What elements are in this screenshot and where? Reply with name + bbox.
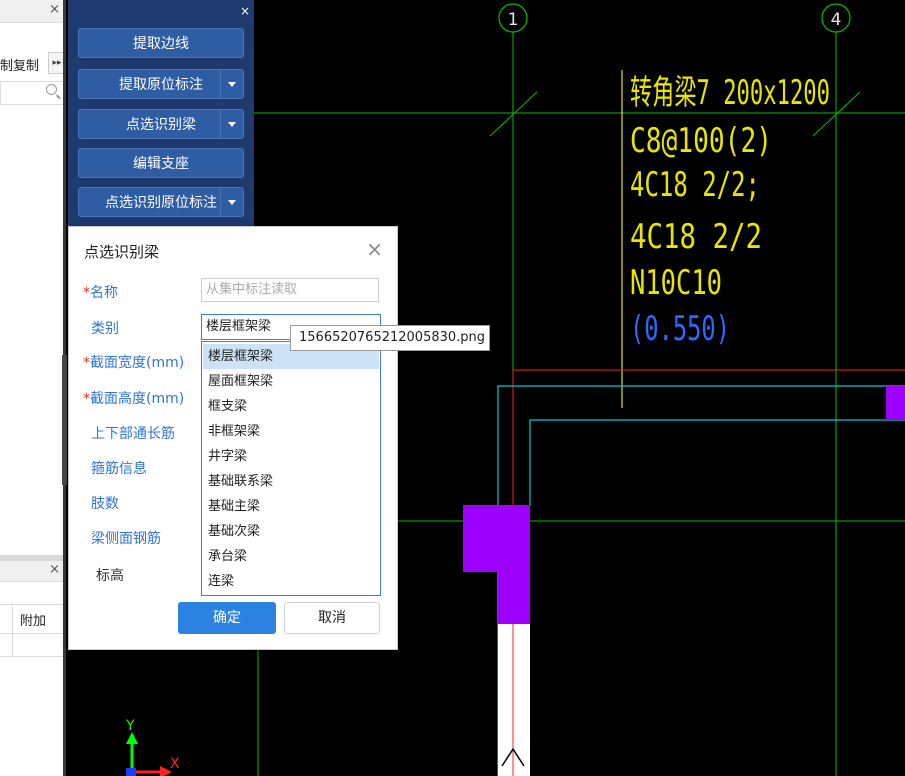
copy-label[interactable]: 制复制 <box>0 55 39 74</box>
axis-number-1: 1 <box>508 10 519 30</box>
pick-identify-beam-button[interactable]: 点选识别梁 <box>78 109 244 139</box>
splitter-handle[interactable] <box>62 355 67 485</box>
annotation-line: C8@100(2) <box>630 121 772 161</box>
button-label: 点选识别原位标注 <box>105 195 217 211</box>
dropdown-option[interactable]: 井字梁 <box>203 444 379 469</box>
selected-beam-strip[interactable] <box>498 624 530 776</box>
dropdown-option[interactable]: 承台梁 <box>203 544 379 569</box>
left-side-panel <box>0 0 66 776</box>
close-icon[interactable]: × <box>49 562 60 577</box>
height-label: *截面高度(mm) <box>83 391 185 407</box>
ucs-y-label: Y <box>125 718 135 734</box>
dropdown-option[interactable]: 非框架梁 <box>203 419 379 444</box>
button-label: 提取原位标注 <box>119 77 203 93</box>
width-label: *截面宽度(mm) <box>83 355 185 371</box>
stirrup-label: 箍筋信息 <box>91 461 147 477</box>
caret-down-icon[interactable] <box>220 70 243 98</box>
elevation-label: 标高 <box>96 568 124 584</box>
dropdown-option[interactable]: 基础联系梁 <box>203 469 379 494</box>
dialog-title: 点选识别梁 <box>84 243 160 261</box>
annotation-line: 转角梁7 200x1200 <box>630 73 830 113</box>
long-bars-label: 上下部通长筋 <box>91 426 175 442</box>
edit-support-button[interactable]: 编辑支座 <box>78 148 244 178</box>
left-panel-header: × <box>0 0 66 23</box>
column-header-attach: 附加 <box>20 614 47 629</box>
caret-down-icon[interactable] <box>220 110 243 138</box>
dropdown-option[interactable]: 框支梁 <box>203 394 379 419</box>
ucs-axis-icon: Y X <box>125 718 180 776</box>
table-row[interactable] <box>0 632 66 657</box>
annotation-line: 4C18 2/2; <box>630 165 760 205</box>
dropdown-option[interactable]: 基础次梁 <box>203 519 379 544</box>
button-label: 编辑支座 <box>133 156 189 172</box>
annotation-line: 4C18 2/2 <box>630 217 762 257</box>
dropdown-option[interactable]: 基础主梁 <box>203 494 379 519</box>
extract-inplace-label-button[interactable]: 提取原位标注 <box>78 69 244 99</box>
beam-tool-panel: × 提取边线 提取原位标注 点选识别梁 编辑支座 点选识别原位标注 <box>68 0 254 230</box>
beam-annotation[interactable]: 转角梁7 200x1200 C8@100(2) 4C18 2/2; 4C18 2… <box>630 73 830 349</box>
annotation-elevation: (0.550) <box>630 309 730 349</box>
name-field[interactable]: 从集中标注读取 <box>201 278 379 302</box>
left-search-input[interactable] <box>0 81 64 105</box>
search-icon[interactable] <box>46 84 57 95</box>
close-icon[interactable]: × <box>240 4 250 18</box>
column-block[interactable] <box>463 505 530 624</box>
type-dropdown-list: 楼层框架梁 屋面框架梁 框支梁 非框架梁 井字梁 基础联系梁 基础主梁 基础次梁… <box>201 341 381 596</box>
side-bars-label: 梁侧面钢筋 <box>91 531 161 547</box>
pick-identify-beam-dialog: 点选识别梁 × *名称 类别 *截面宽度(mm) *截面高度(mm) 上下部通长… <box>68 226 398 650</box>
ok-button[interactable]: 确定 <box>178 602 276 634</box>
column-block[interactable] <box>886 386 905 420</box>
type-label: 类别 <box>91 321 119 337</box>
ucs-x-label: X <box>170 756 180 772</box>
annotation-line: N10C10 <box>630 263 722 303</box>
axis-number-4: 4 <box>831 10 842 30</box>
caret-down-icon[interactable] <box>220 188 243 216</box>
legs-label: 肢数 <box>91 496 119 512</box>
pick-identify-inplace-label-button[interactable]: 点选识别原位标注 <box>78 187 244 217</box>
left-bottom-panel-header: × <box>0 561 66 582</box>
button-label: 点选识别梁 <box>126 117 196 133</box>
name-label: *名称 <box>83 285 118 301</box>
beam-outline-inner <box>529 419 905 506</box>
beam-outline-outer <box>497 385 905 776</box>
close-icon[interactable]: × <box>366 237 383 261</box>
close-icon[interactable]: × <box>49 2 60 17</box>
dropdown-option[interactable]: 连梁 <box>203 569 379 594</box>
filename-tooltip: 1566520765212005830.png <box>290 325 490 351</box>
button-label: 提取边线 <box>133 36 189 52</box>
extract-edge-button[interactable]: 提取边线 <box>78 28 244 58</box>
dropdown-option[interactable]: 屋面框架梁 <box>203 369 379 394</box>
cancel-button[interactable]: 取消 <box>284 602 380 634</box>
